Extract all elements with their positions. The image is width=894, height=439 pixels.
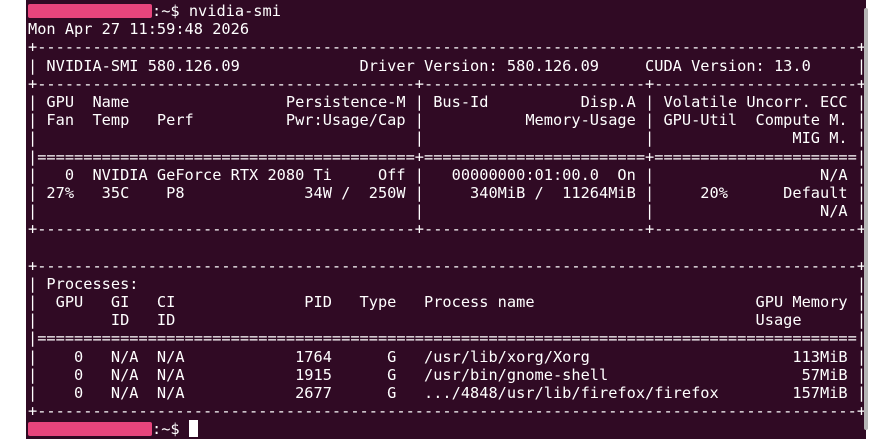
text-cursor: [188, 420, 198, 438]
output-line: | 0 N/A N/A 2677 G .../4848/usr/lib/fire…: [28, 383, 866, 402]
output-line: +---------------------------------------…: [28, 256, 866, 275]
current-prompt-line[interactable]: :~$: [28, 420, 866, 438]
output-line: | Processes: |: [28, 274, 866, 293]
output-line: | Fan Temp Perf Pwr:Usage/Cap | Memory-U…: [28, 111, 866, 130]
prompt-suffix: :~$: [152, 420, 189, 439]
output-line: +---------------------------------------…: [28, 402, 866, 421]
output-line: | NVIDIA-SMI 580.126.09 Driver Version: …: [28, 56, 866, 75]
output-line: | 0 NVIDIA GeForce RTX 2080 Ti Off | 000…: [28, 165, 866, 184]
output-line: |=======================================…: [28, 147, 866, 166]
output-line: | GPU Name Persistence-M | Bus-Id Disp.A…: [28, 92, 866, 111]
output-line: | GPU GI CI PID Type Process name GPU Me…: [28, 293, 866, 311]
output-line: +---------------------------------------…: [28, 220, 866, 239]
command-text: nvidia-smi: [188, 2, 281, 20]
output-line: | 0 N/A N/A 1764 G /usr/lib/xorg/Xorg 11…: [28, 347, 866, 366]
output-line: +---------------------------------------…: [28, 38, 866, 57]
terminal-output: :~$ nvidia-smi Mon Apr 27 11:59:48 2026 +-…: [28, 2, 866, 439]
command-prompt-line: :~$ nvidia-smi: [28, 2, 866, 20]
output-line: |=======================================…: [28, 329, 866, 348]
output-line: | 0 N/A N/A 1915 G /usr/bin/gnome-shell …: [28, 365, 866, 384]
output-line: | ID ID Usage |: [28, 311, 866, 330]
output-line: Mon Apr 27 11:59:48 2026: [28, 20, 250, 39]
scrollbar-track[interactable]: [866, 0, 894, 439]
redacted-username: [28, 422, 152, 437]
output-line: +---------------------------------------…: [28, 74, 866, 93]
scrollbar-thumb[interactable]: [864, 8, 868, 430]
output-line: | | | MIG M. |: [28, 129, 866, 148]
output-line: | | | N/A |: [28, 202, 866, 221]
output-line: | 27% 35C P8 34W / 250W | 340MiB / 11264…: [28, 183, 866, 202]
redacted-username: [28, 4, 152, 18]
terminal-window[interactable]: :~$ nvidia-smi Mon Apr 27 11:59:48 2026 +-…: [26, 0, 866, 439]
prompt-suffix: :~$: [152, 2, 189, 20]
